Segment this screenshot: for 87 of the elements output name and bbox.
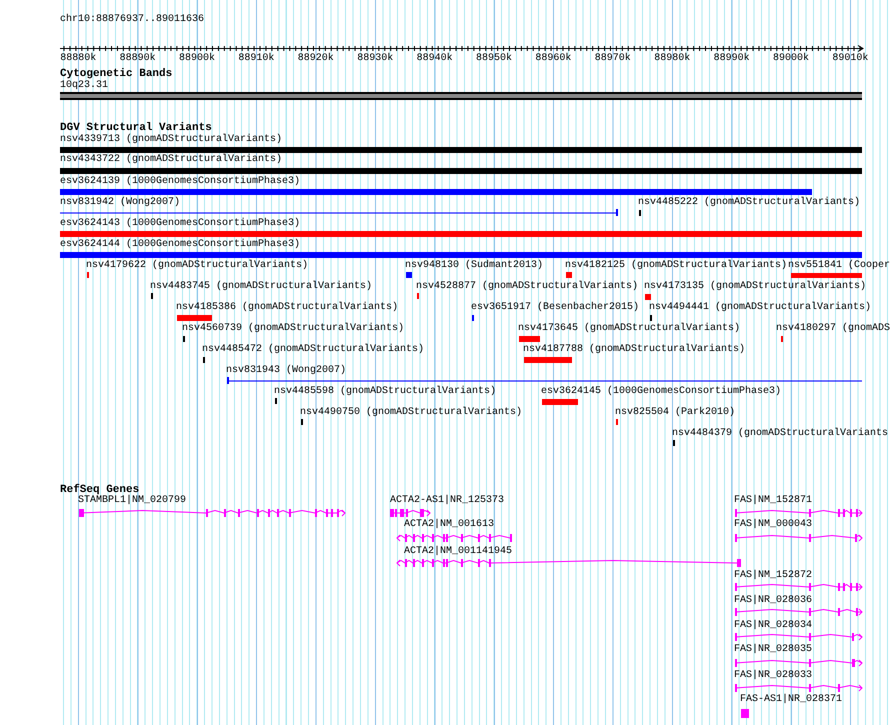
variant-label: nsv4528877 (gnomADStructuralVariants): [416, 281, 638, 293]
ruler-tick-label: 88960k: [535, 53, 572, 65]
variant-label: nsv831943 (Wong2007): [226, 365, 346, 377]
ruler-tick-label: 88930k: [357, 53, 394, 65]
gene-model[interactable]: [732, 508, 865, 518]
gene-model[interactable]: [732, 582, 865, 592]
variant-bar[interactable]: [406, 272, 412, 278]
ruler-tick-label: 88980k: [654, 53, 690, 65]
variant-label: nsv4187788 (gnomADStructuralVariants): [523, 344, 746, 356]
variant-label: nsv4494441 (gnomADStructuralVariants): [649, 302, 872, 314]
gene-label: FAS|NR_028034: [734, 620, 812, 632]
gene-label: ACTA2|NM_001613: [404, 519, 494, 531]
variant-label: nsv4180297 (gnomADS: [776, 323, 890, 335]
gene-model[interactable]: [732, 632, 865, 642]
gene-label: FAS|NR_028033: [734, 670, 812, 682]
variant-label: nsv4490750 (gnomADStructuralVariants): [300, 407, 522, 419]
variant-label: nsv4182125 (gnomADStructuralVariants): [565, 260, 788, 272]
ruler-tick-label: 88950k: [476, 53, 512, 65]
gene-model[interactable]: [387, 508, 433, 518]
ruler-tick-label: 88880k: [60, 53, 96, 65]
variant-label: nsv4485222 (gnomADStructuralVariants): [638, 197, 860, 209]
variant-label: nsv4485472 (gnomADStructuralVariants): [202, 344, 424, 356]
variant-bar[interactable]: [60, 168, 862, 174]
variant-label: esv3624143 (1000GenomesConsortiumPhase3): [60, 218, 300, 230]
variant-bar[interactable]: [566, 272, 572, 278]
variant-bar[interactable]: [791, 273, 862, 278]
ruler-tick-label: 88940k: [416, 53, 453, 65]
variant-label: nsv948130 (Sudmant2013): [405, 260, 544, 272]
gene-model[interactable]: [732, 683, 865, 693]
variant-bar[interactable]: [60, 252, 862, 258]
variant-label: nsv825504 (Park2010): [615, 407, 736, 419]
ruler-tick-label: 88900k: [179, 53, 216, 65]
ruler-tick-label: 88920k: [298, 53, 334, 65]
variant-bar[interactable]: [177, 315, 212, 321]
variant-label: nsv551841 (Cooper: [788, 260, 890, 272]
gene-model[interactable]: [732, 658, 865, 668]
variant-bar[interactable]: [645, 294, 651, 300]
variant-bar[interactable]: [60, 231, 862, 237]
ruler-tick-label: 88890k: [120, 53, 156, 65]
variant-label: nsv4339713 (gnomADStructuralVariants): [60, 134, 282, 146]
variant-label: nsv4173135 (gnomADStructuralVariants): [644, 281, 866, 293]
variant-label: nsv4484379 (gnomADStructuralVariants: [672, 428, 888, 440]
track-title: RefSeq Genes: [60, 484, 140, 496]
variant-label: esv3624144 (1000GenomesConsortiumPhase3): [60, 239, 300, 251]
ruler-tick-label: 88970k: [594, 53, 631, 65]
gene-label: FAS-AS1|NR_028371: [740, 694, 842, 706]
variant-bar[interactable]: [60, 147, 862, 153]
variant-line[interactable]: [227, 377, 862, 384]
gene-block[interactable]: [741, 709, 749, 718]
track-title: DGV Structural Variants: [60, 122, 212, 134]
variant-line[interactable]: [60, 209, 618, 216]
variant-label: esv3624145 (1000GenomesConsortiumPhase3): [541, 386, 782, 398]
ruler-tick-label: 89000k: [773, 53, 810, 65]
chromosome-band[interactable]: [60, 92, 862, 100]
gene-model[interactable]: [76, 508, 348, 518]
variant-label: nsv4560739 (gnomADStructuralVariants): [182, 323, 404, 335]
gene-label: FAS|NR_028035: [734, 644, 812, 656]
gene-label: STAMBPL1|NM_020799: [78, 495, 186, 507]
variant-label: nsv831942 (Wong2007): [60, 197, 180, 209]
position-label: chr10:88876937..89011636: [60, 14, 204, 26]
gene-label: FAS|NR_028036: [734, 595, 812, 607]
variant-bar[interactable]: [60, 189, 812, 195]
variant-label: nsv4343722 (gnomADStructuralVariants): [60, 154, 282, 166]
variant-bar[interactable]: [542, 399, 578, 405]
variant-label: nsv4485598 (gnomADStructuralVariants): [274, 386, 496, 398]
gene-label: FAS|NM_152872: [734, 570, 812, 582]
gene-label: ACTA2-AS1|NR_125373: [390, 495, 504, 507]
variant-label: nsv4179622 (gnomADStructuralVariants): [86, 260, 308, 272]
ruler-tick-label: 88910k: [238, 53, 274, 65]
gene-label: FAS|NM_152871: [734, 495, 812, 507]
variant-label: nsv4173645 (gnomADStructuralVariants): [518, 323, 740, 335]
gene-model[interactable]: [732, 533, 865, 543]
band-label: 10q23.31: [60, 80, 108, 92]
ruler-tick-label: 89010k: [832, 53, 868, 65]
track-title: Cytogenetic Bands: [60, 68, 172, 80]
variant-label: nsv4185386 (gnomADStructuralVariants): [176, 302, 398, 314]
variant-label: nsv4483745 (gnomADStructuralVariants): [150, 281, 372, 293]
gene-label: ACTA2|NM_001141945: [404, 546, 512, 558]
variant-bar[interactable]: [519, 336, 540, 342]
variant-label: esv3651917 (Besenbacher2015): [471, 302, 640, 314]
gene-model[interactable]: [732, 607, 865, 617]
variant-bar[interactable]: [524, 357, 572, 363]
gene-model[interactable]: [394, 558, 744, 568]
gene-label: FAS|NM_000043: [734, 519, 812, 531]
gene-model[interactable]: [394, 533, 514, 543]
ruler-tick-label: 88990k: [714, 53, 750, 65]
variant-label: esv3624139 (1000GenomesConsortiumPhase3): [60, 176, 300, 188]
